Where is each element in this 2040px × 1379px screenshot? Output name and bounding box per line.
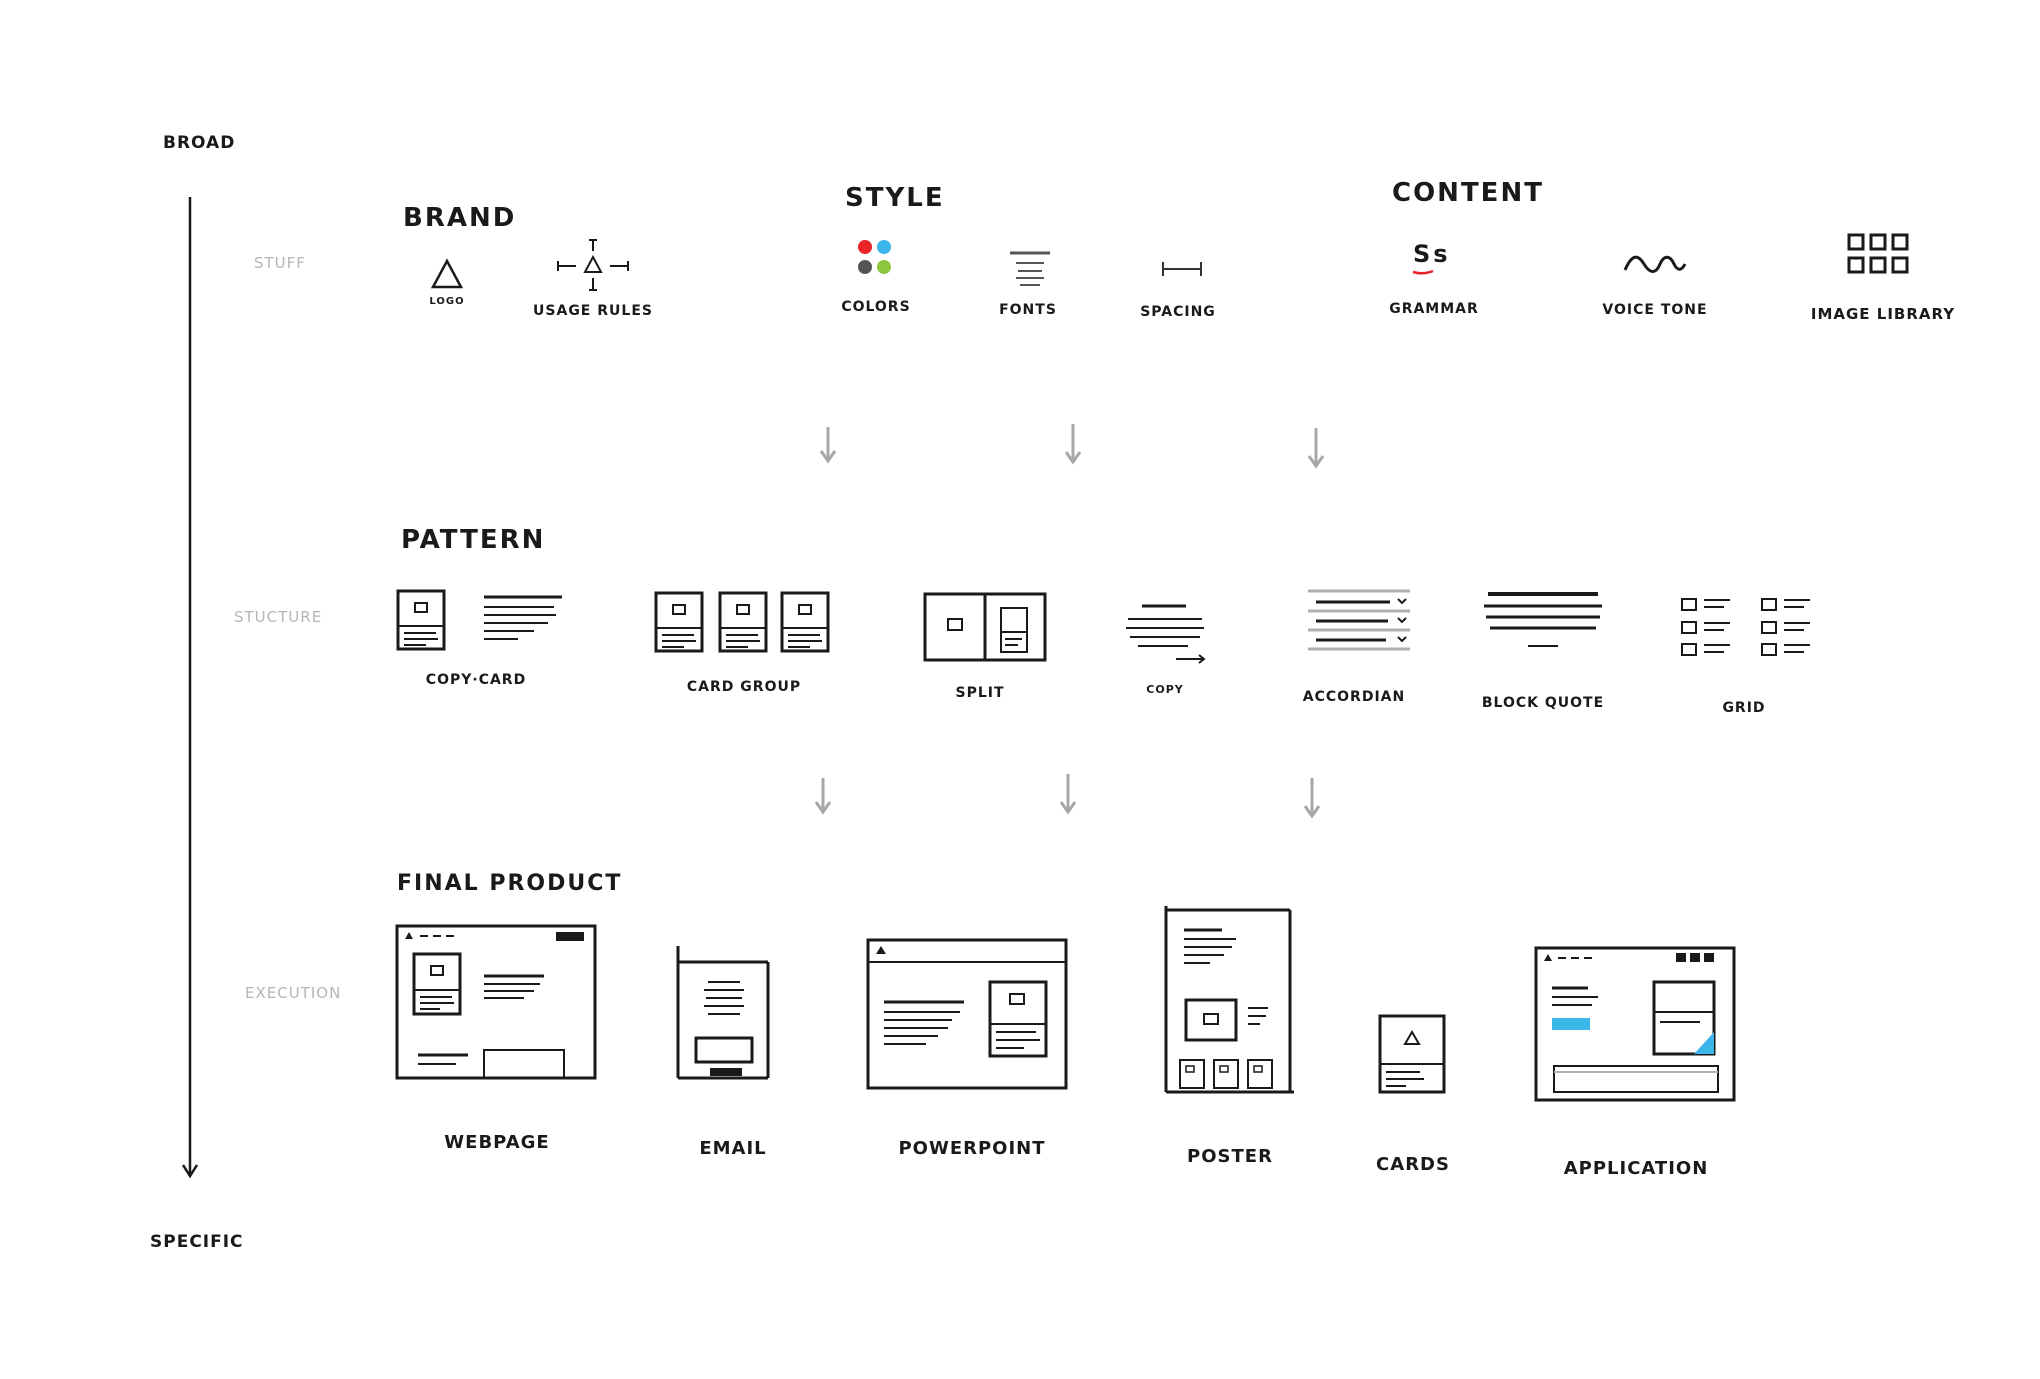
section-final-product: FINAL PRODUCT	[397, 871, 623, 896]
block-quote-label: BLOCK QUOTE	[1481, 695, 1605, 711]
powerpoint-label: POWERPOINT	[898, 1138, 1046, 1159]
axis-top-label: BROAD	[163, 133, 236, 153]
section-pattern: PATTERN	[401, 525, 546, 555]
powerpoint-wireframe-icon	[864, 936, 1070, 1092]
split-pattern-icon	[922, 590, 1048, 664]
row-label-stuff: STUFF	[254, 254, 306, 272]
swatch-green	[877, 260, 891, 274]
copy-label: COPY	[1146, 683, 1184, 696]
grid-pattern-icon	[1678, 594, 1820, 658]
split-label: SPLIT	[955, 685, 1005, 701]
down-arrow-icon	[813, 776, 833, 816]
axis-bottom-label: SPECIFIC	[150, 1232, 244, 1252]
application-wireframe-icon	[1532, 944, 1738, 1104]
image-library-label: IMAGE LIBRARY	[1810, 305, 1956, 323]
broad-to-specific-arrow	[180, 195, 200, 1180]
down-arrow-icon	[1306, 426, 1326, 470]
down-arrow-icon	[1302, 776, 1322, 820]
accordian-pattern-icon	[1306, 587, 1412, 655]
webpage-wireframe-icon	[394, 922, 600, 1082]
down-arrow-icon	[1063, 422, 1083, 466]
voice-tone-label: VOICE TONE	[1602, 302, 1708, 318]
card-group-pattern-icon	[654, 590, 832, 656]
email-wireframe-icon	[674, 944, 774, 1084]
app-accent-button	[1552, 1018, 1590, 1030]
section-brand: BRAND	[403, 203, 517, 233]
application-label: APPLICATION	[1563, 1158, 1709, 1179]
grammar-label: GRAMMAR	[1389, 301, 1479, 317]
block-quote-pattern-icon	[1482, 590, 1604, 654]
swatch-dark	[858, 260, 872, 274]
copy-pattern-icon	[1124, 602, 1208, 666]
row-label-execution: EXECUTION	[245, 984, 342, 1002]
email-label: EMAIL	[699, 1138, 767, 1159]
fonts-icon	[1008, 250, 1052, 288]
down-arrow-icon	[1058, 772, 1078, 816]
row-label-structure: STUCTURE	[234, 608, 323, 626]
copy-card-label: COPY·CARD	[425, 672, 527, 688]
grammar-underline-icon	[1411, 268, 1435, 276]
section-content: CONTENT	[1392, 178, 1544, 208]
color-swatches-icon	[858, 240, 891, 274]
poster-label: POSTER	[1187, 1146, 1273, 1167]
fonts-label: FONTS	[999, 302, 1057, 318]
cards-label: CARDS	[1376, 1154, 1450, 1175]
image-library-grid-icon	[1847, 232, 1909, 276]
poster-wireframe-icon	[1162, 904, 1298, 1096]
usage-rules-label: USAGE RULES	[533, 303, 653, 319]
usage-rules-icon	[554, 238, 632, 294]
grid-label: GRID	[1722, 700, 1766, 716]
copy-card-pattern-icon	[396, 588, 566, 654]
section-style: STYLE	[845, 183, 945, 213]
spacing-label: SPACING	[1140, 304, 1216, 320]
cards-wireframe-icon	[1376, 1012, 1450, 1096]
colors-label: COLORS	[841, 299, 911, 315]
accordian-label: ACCORDIAN	[1302, 689, 1406, 705]
grammar-glyph: Ss	[1413, 240, 1451, 268]
swatch-blue	[877, 240, 891, 254]
down-arrow-icon	[818, 425, 838, 465]
logo-label: LOGO	[429, 296, 465, 307]
swatch-red	[858, 240, 872, 254]
spacing-icon	[1160, 259, 1204, 279]
webpage-label: WEBPAGE	[444, 1132, 550, 1153]
voice-tone-wave-icon	[1622, 252, 1688, 276]
logo-triangle-icon	[430, 258, 464, 290]
card-group-label: CARD GROUP	[686, 679, 802, 695]
